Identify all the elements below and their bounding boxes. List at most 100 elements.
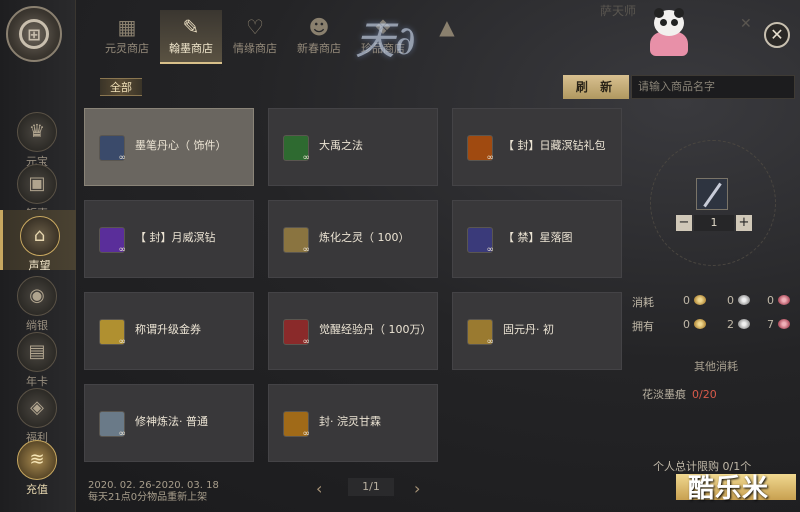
owned-label: 拥有 xyxy=(632,320,654,333)
tab-label: 元灵商店 xyxy=(105,42,149,55)
pig-icon: ☻ xyxy=(308,15,330,39)
game-logo-calligraphy: 天∂ xyxy=(355,18,416,64)
coin-stack-icon: ≋ xyxy=(17,440,57,480)
spirit-orb-item-icon: ∞ xyxy=(283,227,310,255)
item-card[interactable]: ∞ 觉醒经验丹（ 100万） xyxy=(268,292,438,370)
owned-gold: 0 xyxy=(683,318,690,331)
card-icon: ▤ xyxy=(17,332,57,372)
item-card[interactable]: ∞ 炼化之灵（ 100） xyxy=(268,200,438,278)
item-card[interactable]: ∞ 【 禁】星落图 xyxy=(452,200,622,278)
restock-note: 每天21点0分物品重新上架 xyxy=(88,492,208,503)
cost-row: 消耗 0 0 0 xyxy=(632,294,796,309)
item-name: 【 封】月威溟钻 xyxy=(135,231,216,244)
sidebar-item-label: 声望 xyxy=(28,259,51,272)
menu-logo[interactable]: ⊞ xyxy=(6,6,62,62)
item-card[interactable]: ∞ 称谓升级金券 xyxy=(84,292,254,370)
close-button[interactable]: ✕ xyxy=(764,22,790,48)
brush-icon: ✎ xyxy=(182,15,200,39)
star-scroll-item-icon: ∞ xyxy=(467,227,494,255)
sidebar-item-nianka[interactable]: ▤ 年卡 xyxy=(14,332,60,390)
other-cost-item: 花淡墨痕 0/20 xyxy=(642,386,717,402)
cost-label: 消耗 xyxy=(632,296,654,309)
tab-label: 情缘商店 xyxy=(233,42,277,55)
shop-window: ⊞ ♛ 元宝 ▣ 钜惠 ⌂ 声望 ◉ 绱银 ▤ 年卡 ◈ 福利 ≋ 充值 xyxy=(0,0,800,512)
item-name: 封· 浣灵甘霖 xyxy=(319,415,381,428)
ingot-icon: ♛ xyxy=(17,112,57,152)
quantity-input[interactable]: 1 xyxy=(694,215,734,231)
heart-icon: ♡ xyxy=(246,15,264,39)
item-name: 称谓升级金券 xyxy=(135,323,201,336)
sale-dates: 2020. 02. 26-2020. 03. 18 xyxy=(88,480,219,491)
gold-coin-icon xyxy=(694,319,706,329)
item-name: 墨笔丹心（ 饰件） xyxy=(135,139,227,152)
page-indicator: 1/1 xyxy=(348,478,394,496)
item-name: 炼化之灵（ 100） xyxy=(319,231,410,244)
sidebar-item-recharge[interactable]: ≋ 充值 xyxy=(14,440,60,498)
giftbox-icon: ▣ xyxy=(17,164,57,204)
item-card[interactable]: ∞ 大禹之法 xyxy=(268,108,438,186)
amber-vial-item-icon: ∞ xyxy=(283,411,310,439)
other-cost-name: 花淡墨痕 xyxy=(642,388,686,401)
ornament-icon: ✕ xyxy=(740,16,752,32)
gold-coin-icon xyxy=(694,295,706,305)
jade-item-icon: ∞ xyxy=(283,135,310,163)
left-sidebar: ⊞ ♛ 元宝 ▣ 钜惠 ⌂ 声望 ◉ 绱银 ▤ 年卡 ◈ 福利 ≋ 充值 xyxy=(0,0,76,512)
chest-icon: ▦ xyxy=(117,15,137,39)
item-name: 【 禁】星落图 xyxy=(503,231,573,244)
sidebar-item-label: 充值 xyxy=(26,483,48,496)
sidebar-item-label: 年卡 xyxy=(26,375,48,388)
prev-page-button[interactable]: ‹ xyxy=(316,479,322,498)
panda-mascot-icon xyxy=(646,8,692,58)
silver-icon: ◉ xyxy=(17,276,57,316)
tab-label: 翰墨商店 xyxy=(169,42,213,55)
tab-hanmo-shop[interactable]: ✎ 翰墨商店 xyxy=(160,10,222,64)
sidebar-item-shengwang[interactable]: ⌂ 声望 xyxy=(0,210,76,272)
pink-coin-icon xyxy=(778,319,790,329)
item-card[interactable]: ∞ 【 封】月威溟钻 xyxy=(84,200,254,278)
brush-item-icon: ∞ xyxy=(99,135,126,163)
filter-all[interactable]: 全部 xyxy=(100,78,142,96)
sidebar-item-label: 绱银 xyxy=(26,319,48,332)
gold-ticket-item-icon: ∞ xyxy=(99,319,126,347)
watermark: 酷乐米 xyxy=(688,474,770,504)
owned-row: 拥有 0 2 7 xyxy=(632,318,796,333)
gold-pill-item-icon: ∞ xyxy=(467,319,494,347)
item-name: 固元丹· 初 xyxy=(503,323,554,336)
red-pill-item-icon: ∞ xyxy=(283,319,310,347)
player-name: 萨天师 xyxy=(600,4,637,18)
item-card[interactable]: ∞ 修神炼法· 普通 xyxy=(84,384,254,462)
tab-label: 新春商店 xyxy=(297,42,341,55)
tab-qingyuan-shop[interactable]: ♡ 情缘商店 xyxy=(224,10,286,64)
quantity-minus-button[interactable]: − xyxy=(676,215,692,231)
item-name: 【 封】日藏溟钻礼包 xyxy=(503,139,606,152)
sidebar-item-fuli[interactable]: ◈ 福利 xyxy=(14,388,60,446)
item-name: 大禹之法 xyxy=(319,139,363,152)
gem-bag-item-icon: ∞ xyxy=(467,135,494,163)
item-card[interactable]: ∞ 【 封】日藏溟钻礼包 xyxy=(452,108,622,186)
silver-coin-icon xyxy=(738,295,750,305)
tab-xinchun-shop[interactable]: ☻ 新春商店 xyxy=(288,10,350,64)
item-card[interactable]: ∞ 封· 浣灵甘霖 xyxy=(268,384,438,462)
other-cost-value: 0/20 xyxy=(692,388,717,401)
owned-pink: 7 xyxy=(767,318,774,331)
search-input[interactable]: 请输入商品名字 xyxy=(631,75,795,99)
pavilion-icon: ⌂ xyxy=(19,216,60,256)
sidebar-item-yuanbao[interactable]: ♛ 元宝 xyxy=(14,112,60,170)
item-card[interactable]: ∞ 墨笔丹心（ 饰件） xyxy=(84,108,254,186)
refresh-button[interactable]: 刷 新 xyxy=(563,75,629,99)
pink-coin-icon xyxy=(778,295,790,305)
item-card[interactable]: ∞ 固元丹· 初 xyxy=(452,292,622,370)
item-name: 修神炼法· 普通 xyxy=(135,415,208,428)
selected-item-icon xyxy=(696,178,728,210)
purple-gem-item-icon: ∞ xyxy=(99,227,126,255)
cost-pink: 0 xyxy=(767,294,774,307)
quantity-plus-button[interactable]: + xyxy=(736,215,752,231)
sidebar-item-yin[interactable]: ◉ 绱银 xyxy=(14,276,60,334)
statue-item-icon: ∞ xyxy=(99,411,126,439)
coin-emblem-icon: ⊞ xyxy=(19,19,49,49)
sale-period: 2020. 02. 26-2020. 03. 18 每天21点0分物品重新上架 xyxy=(88,480,219,504)
owned-silver: 2 xyxy=(727,318,734,331)
cost-silver: 0 xyxy=(727,294,734,307)
next-page-button[interactable]: › xyxy=(414,479,420,498)
tab-yuanling-shop[interactable]: ▦ 元灵商店 xyxy=(96,10,158,64)
